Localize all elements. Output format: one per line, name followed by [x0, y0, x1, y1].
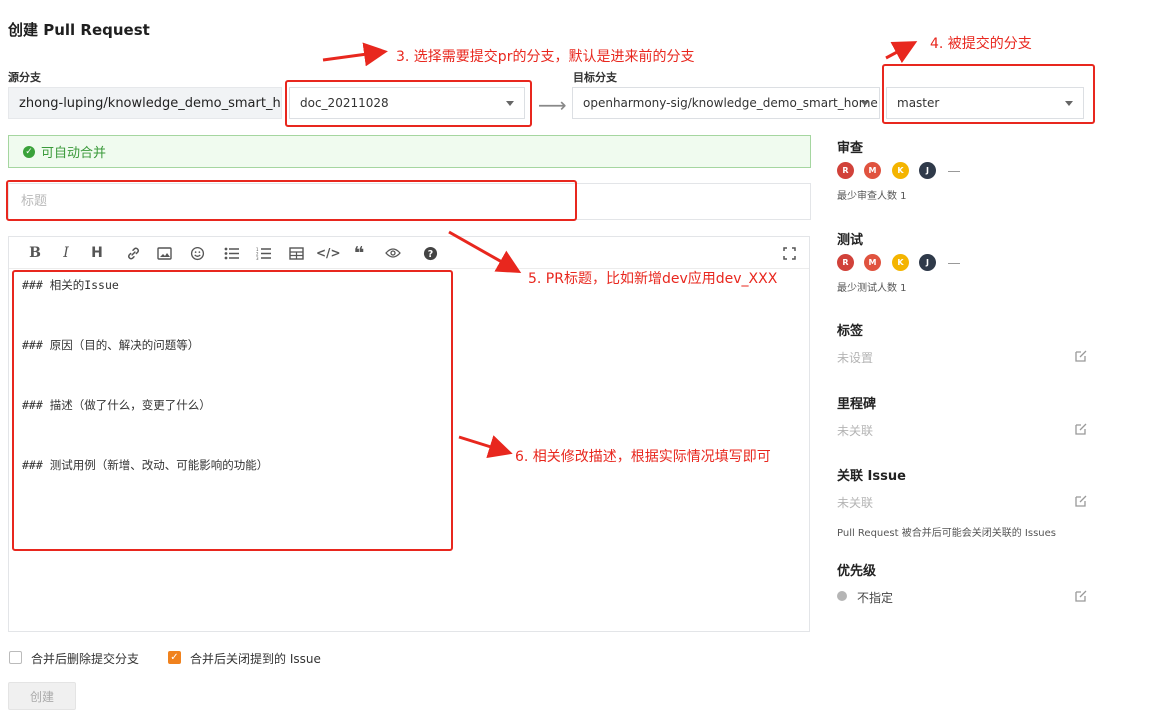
milestone-heading: 里程碑 [837, 397, 877, 412]
editor-line-issue: ### 相关的Issue [22, 278, 119, 292]
avatar[interactable]: M [864, 254, 881, 271]
milestone-value: 未关联 [837, 424, 874, 438]
title-input[interactable] [8, 183, 811, 220]
test-note: 最少测试人数 1 [837, 283, 907, 294]
edit-icon[interactable] [1074, 589, 1088, 603]
editor-line-description: ### 描述（做了什么，变更了什么） [22, 398, 211, 412]
chevron-down-icon [506, 101, 514, 106]
bold-icon[interactable]: B [25, 243, 45, 263]
chevron-down-icon [861, 101, 869, 106]
issue-note: Pull Request 被合并后可能会关闭关联的 Issues [837, 528, 1056, 539]
italic-icon[interactable]: I [56, 243, 76, 263]
review-note: 最少审查人数 1 [837, 191, 907, 202]
avatar[interactable]: R [837, 254, 854, 271]
test-heading: 测试 [837, 233, 864, 248]
source-branch-value: doc_20211028 [300, 96, 389, 110]
arrow-right-icon: ⟶ [538, 93, 567, 117]
merge-status-text: 可自动合并 [41, 146, 107, 161]
close-issue-checkbox[interactable]: ✓ [168, 651, 181, 664]
merge-status-banner: ✓ 可自动合并 [8, 135, 811, 168]
avatar[interactable]: M [864, 162, 881, 179]
dash-icon [948, 263, 960, 264]
annotation-5: 5. PR标题，比如新增dev应用dev_XXX [528, 271, 778, 287]
editor-line-testcase: ### 测试用例（新增、改动、可能影响的功能） [22, 458, 269, 472]
issue-heading: 关联 Issue [837, 469, 906, 484]
svg-text:?: ? [427, 248, 432, 259]
annotation-6: 6. 相关修改描述，根据实际情况填写即可 [515, 449, 771, 465]
target-repo-select[interactable]: openharmony-sig/knowledge_demo_smart_hom… [572, 87, 880, 119]
edit-icon[interactable] [1074, 422, 1088, 436]
quote-icon[interactable]: ❝ [349, 243, 369, 264]
check-circle-icon: ✓ [23, 145, 35, 158]
svg-text:3: 3 [256, 256, 259, 260]
priority-value: 不指定 [857, 591, 894, 605]
avatar[interactable]: R [837, 162, 854, 179]
link-icon[interactable] [123, 243, 143, 263]
source-branch-label: 源分支 [8, 71, 41, 84]
target-branch-select[interactable]: master [886, 87, 1084, 119]
avatar[interactable]: K [892, 162, 909, 179]
labels-heading: 标签 [837, 324, 864, 339]
create-button[interactable]: 创建 [8, 682, 76, 710]
fullscreen-icon[interactable] [779, 243, 799, 263]
priority-dot-icon [837, 591, 847, 601]
target-branch-label: 目标分支 [573, 71, 617, 84]
priority-heading: 优先级 [837, 564, 877, 579]
source-branch-select[interactable]: doc_20211028 [289, 87, 525, 119]
annotation-3: 3. 选择需要提交pr的分支，默认是进来前的分支 [396, 49, 695, 65]
chevron-down-icon [1065, 101, 1073, 106]
target-repo-value: openharmony-sig/knowledge_demo_smart_hom… [583, 96, 878, 110]
issue-value: 未关联 [837, 496, 874, 510]
delete-branch-checkbox[interactable] [9, 651, 22, 664]
editor-line-reason: ### 原因（目的、解决的问题等） [22, 338, 200, 352]
avatar[interactable]: J [919, 254, 936, 271]
table-icon[interactable] [286, 243, 306, 263]
help-icon[interactable]: ? [420, 243, 440, 263]
heading-icon[interactable]: H [87, 243, 107, 263]
code-icon[interactable]: </> [316, 243, 341, 263]
source-repo: zhong-luping/knowledge_demo_smart_home [8, 87, 282, 119]
page-title: 创建 Pull Request [8, 21, 150, 39]
annotation-4: 4. 被提交的分支 [930, 36, 1032, 52]
numbered-list-icon[interactable]: 123 [254, 243, 274, 263]
edit-icon[interactable] [1074, 349, 1088, 363]
target-branch-value: master [897, 96, 940, 110]
avatar[interactable]: J [919, 162, 936, 179]
preview-eye-icon[interactable] [383, 243, 403, 263]
labels-value: 未设置 [837, 351, 874, 365]
delete-branch-label: 合并后删除提交分支 [31, 652, 140, 666]
emoji-icon[interactable] [187, 243, 207, 263]
editor-toolbar: B I H 123 </> ❝ ? [9, 237, 809, 269]
bullet-list-icon[interactable] [222, 243, 242, 263]
review-heading: 审查 [837, 141, 864, 156]
image-icon[interactable] [154, 243, 174, 263]
description-editor[interactable]: B I H 123 </> ❝ ? ### 相关的Issue ### 原因（目的… [8, 236, 810, 632]
avatar[interactable]: K [892, 254, 909, 271]
close-issue-label: 合并后关闭提到的 Issue [190, 652, 321, 666]
dash-icon [948, 171, 960, 172]
edit-icon[interactable] [1074, 494, 1088, 508]
